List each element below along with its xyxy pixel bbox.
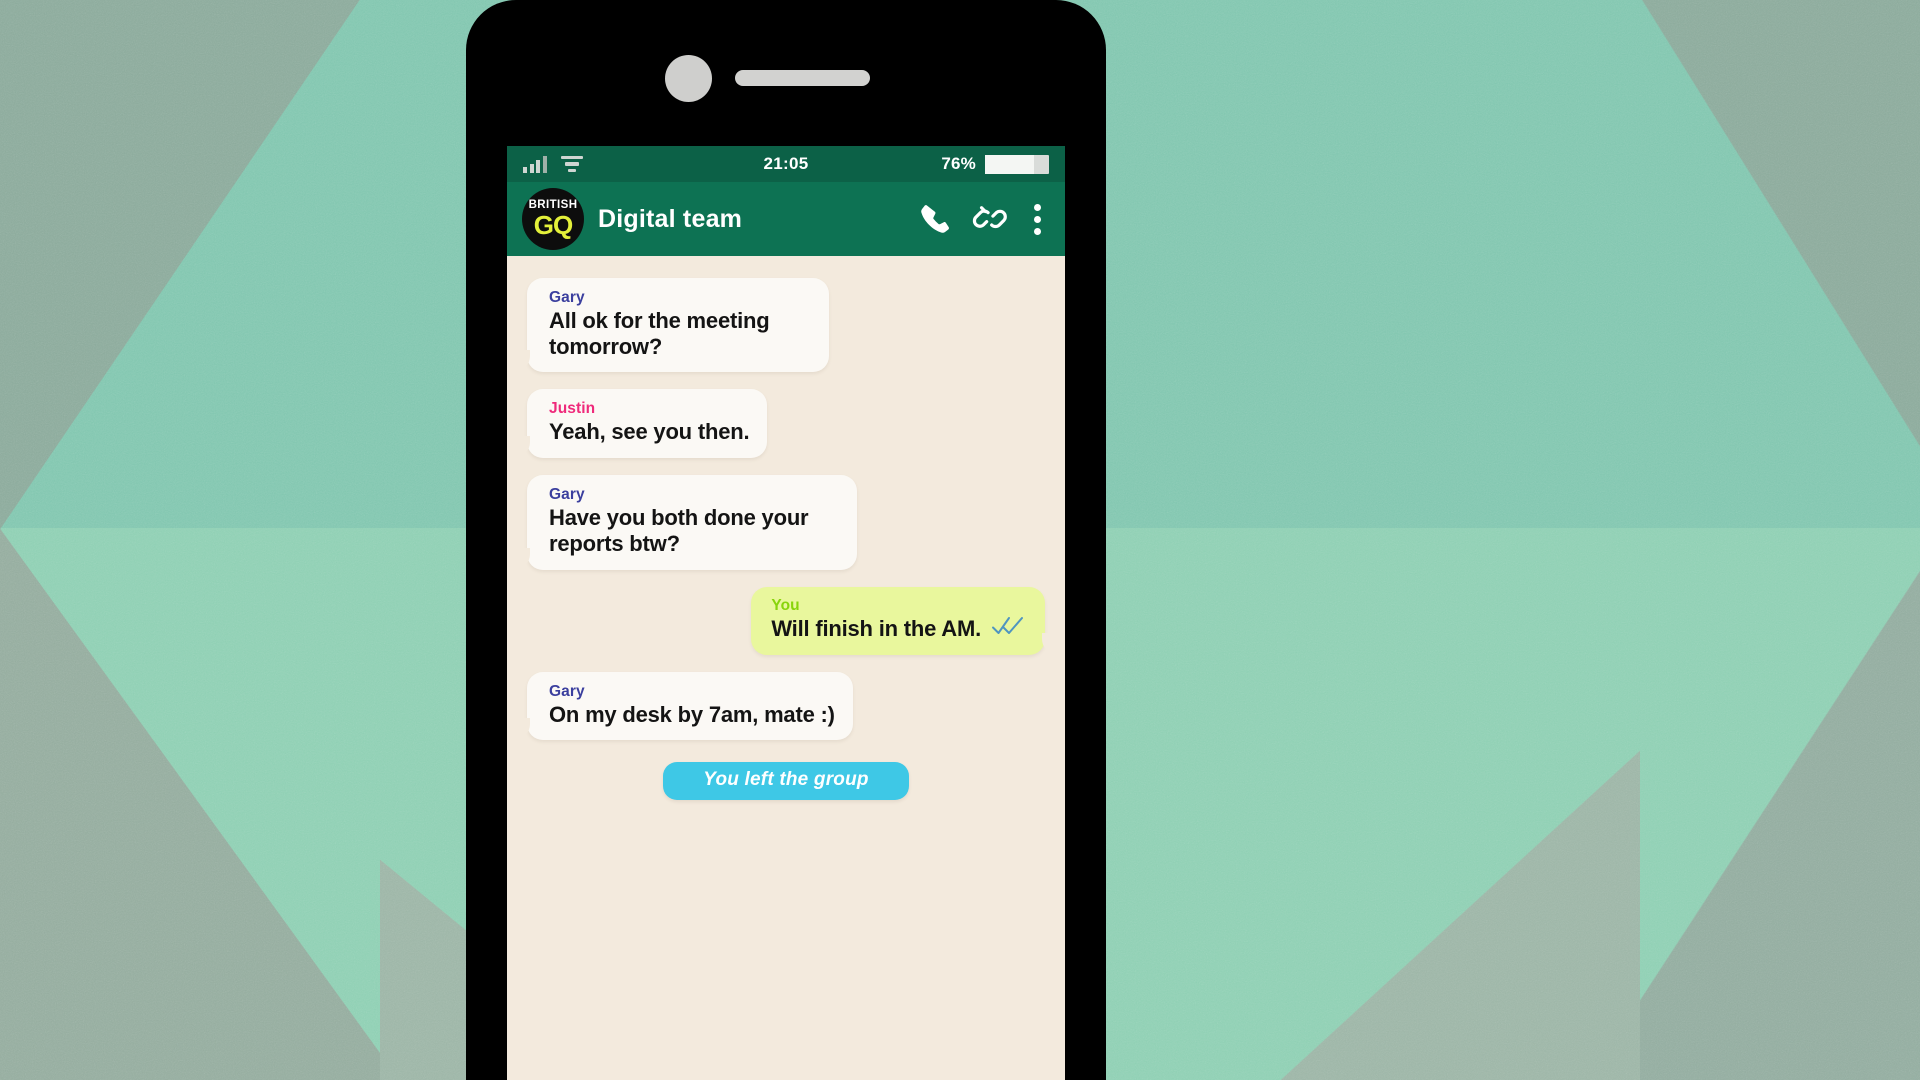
front-camera-icon: [665, 55, 712, 102]
message-sender: Gary: [549, 289, 585, 306]
phone-device: 21:05 76% BRITISH GQ Digital team Gary A…: [466, 0, 1106, 1080]
message-row: Justin Yeah, see you then.: [513, 389, 1045, 459]
battery-icon: [985, 154, 1049, 174]
message-row: Gary All ok for the meeting tomorrow?: [514, 278, 1045, 374]
message-row: You Will finish in the AM.: [527, 586, 1058, 656]
status-bar-left: [523, 155, 583, 173]
message-sender: You: [771, 596, 800, 614]
status-bar: 21:05 76%: [507, 146, 1065, 182]
message-bubble[interactable]: Gary All ok for the meeting tomorrow?: [514, 278, 829, 374]
wallpaper-stage: 21:05 76% BRITISH GQ Digital team Gary A…: [0, 0, 1920, 1080]
message-text: On my desk by 7am, mate :): [549, 701, 835, 727]
chat-app-bar: BRITISH GQ Digital team: [507, 182, 1065, 256]
system-notice-row: You left the group: [527, 762, 1045, 801]
wifi-icon: [560, 155, 583, 173]
message-text: Have you both done your reports btw?: [549, 505, 809, 556]
message-sender: Gary: [549, 486, 585, 504]
message-line: Yeah, see you then.: [549, 419, 750, 445]
call-icon[interactable]: [918, 202, 952, 236]
phone-screen: 21:05 76% BRITISH GQ Digital team Gary A…: [507, 146, 1065, 1080]
avatar[interactable]: BRITISH GQ: [522, 188, 584, 250]
message-line: All ok for the meeting tomorrow?: [549, 308, 811, 359]
chat-title: Digital team: [598, 204, 743, 233]
battery-fill: [985, 154, 1034, 174]
read-receipt-double-check-icon: [991, 616, 1025, 641]
avatar-line-2: GQ: [533, 210, 573, 241]
message-sender: Justin: [549, 400, 596, 418]
link-icon[interactable]: [972, 201, 1008, 237]
message-text: Will finish in the AM.: [771, 615, 981, 641]
earpiece-speaker-icon: [735, 70, 870, 86]
message-line: Have you both done your reports btw?: [549, 505, 839, 556]
app-bar-actions: [918, 201, 1047, 237]
message-bubble[interactable]: Justin Yeah, see you then.: [513, 389, 768, 459]
system-notice-banner: You left the group: [663, 762, 909, 801]
message-sender: Gary: [549, 682, 585, 700]
more-menu-icon[interactable]: [1028, 203, 1047, 235]
message-line: Will finish in the AM.: [771, 616, 1025, 642]
battery-percent-label: 76%: [941, 154, 976, 173]
signal-bars-icon: [523, 155, 547, 173]
message-line: On my desk by 7am, mate :): [549, 702, 835, 728]
message-list[interactable]: Gary All ok for the meeting tomorrow? Ju…: [507, 256, 1065, 1080]
message-bubble[interactable]: Gary On my desk by 7am, mate :): [514, 671, 853, 742]
message-text: All ok for the meeting tomorrow?: [549, 308, 770, 359]
message-text: Yeah, see you then.: [549, 419, 750, 445]
message-row: Gary Have you both done your reports btw…: [514, 475, 1045, 572]
message-bubble[interactable]: You Will finish in the AM.: [751, 586, 1058, 656]
message-bubble[interactable]: Gary Have you both done your reports btw…: [514, 475, 857, 572]
message-row: Gary On my desk by 7am, mate :): [514, 671, 1045, 742]
status-bar-right: 76%: [941, 154, 1049, 174]
